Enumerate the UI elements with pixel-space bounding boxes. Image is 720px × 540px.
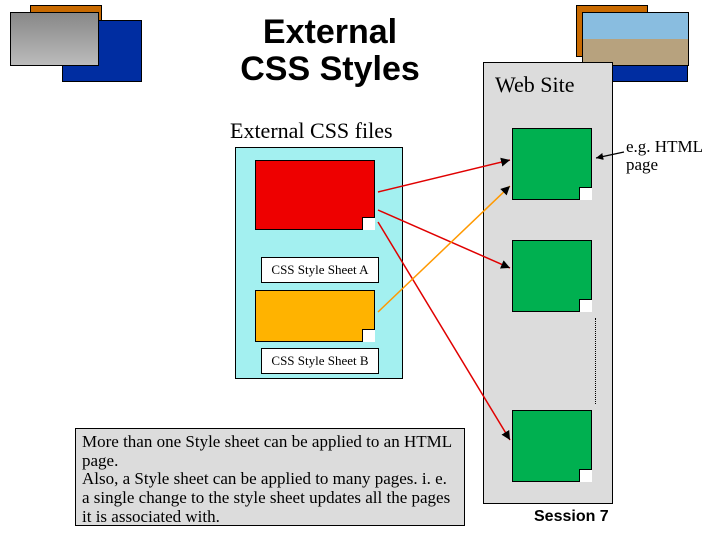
session-label: Session 7 [534, 508, 609, 526]
stylesheet-b-icon [255, 290, 375, 342]
note-box: More than one Style sheet can be applied… [75, 428, 465, 526]
stylesheet-a-icon [255, 160, 375, 230]
ellipsis-dotted-line [595, 318, 596, 404]
html-page-2-icon [512, 240, 592, 312]
header-photo-right [582, 12, 689, 66]
html-page-1-icon [512, 128, 592, 200]
subtitle: External CSS files [230, 118, 393, 144]
stylesheet-a-label: CSS Style Sheet A [261, 257, 379, 283]
stylesheet-b-label: CSS Style Sheet B [261, 348, 379, 374]
page-title: External CSS Styles [230, 14, 430, 89]
eg-html-label: e.g. HTML page [626, 138, 720, 174]
html-page-3-icon [512, 410, 592, 482]
website-label: Web Site [495, 72, 575, 98]
header-photo-left [10, 12, 99, 66]
